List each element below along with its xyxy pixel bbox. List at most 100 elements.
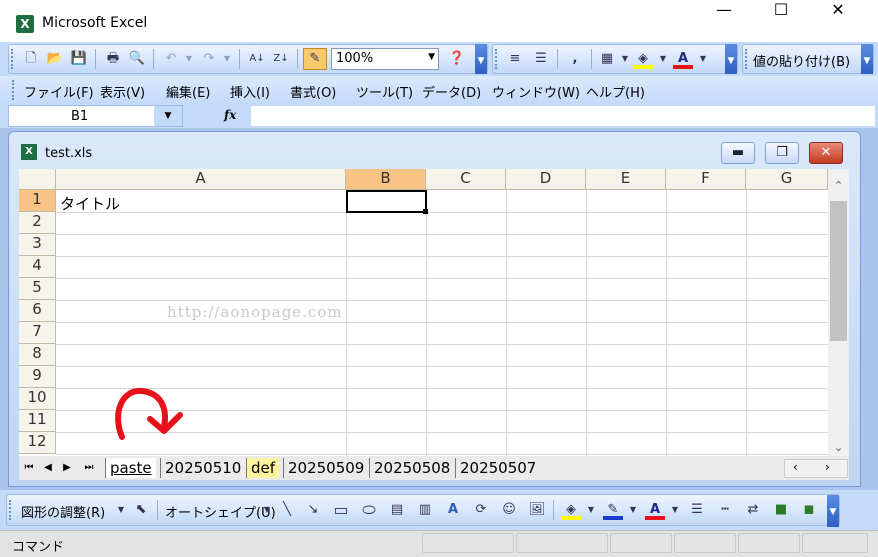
column-header-b[interactable]: B: [346, 169, 426, 190]
menu-window[interactable]: ウィンドウ(W): [492, 82, 580, 101]
line-style-icon[interactable]: ☰: [687, 500, 707, 520]
toolbar-options-icon[interactable]: ▼: [475, 44, 487, 74]
clipart-icon[interactable]: ☺: [499, 500, 519, 520]
paste-values-button[interactable]: 値の貼り付け(B): [753, 51, 850, 70]
next-sheet-icon[interactable]: ▶: [59, 460, 75, 476]
borders-dropdown-icon[interactable]: ▼: [615, 49, 635, 69]
sheet-tab-20250509[interactable]: 20250509: [283, 458, 368, 478]
line-icon[interactable]: ╲: [277, 500, 297, 520]
toolbar-grip[interactable]: [495, 49, 499, 69]
align-left-icon[interactable]: ≡: [505, 49, 525, 69]
chevron-down-icon[interactable]: ▼: [581, 500, 601, 520]
last-sheet-icon[interactable]: ⏭: [81, 460, 97, 476]
sheet-tab-20250508[interactable]: 20250508: [369, 458, 454, 478]
open-folder-icon[interactable]: 📂: [45, 49, 65, 69]
3d-style-icon[interactable]: ◼: [799, 500, 819, 520]
toolbar-options-icon[interactable]: ▼: [725, 44, 737, 74]
line-color-icon[interactable]: ✎: [603, 500, 623, 520]
menu-file[interactable]: ファイル(F): [24, 82, 94, 101]
first-sheet-icon[interactable]: ⏮: [21, 460, 37, 476]
fill-color-icon[interactable]: ◈: [561, 500, 581, 520]
font-color-icon[interactable]: A: [673, 49, 693, 69]
fill-handle[interactable]: [423, 209, 428, 214]
row-header[interactable]: 6: [19, 300, 56, 322]
sheet-tab-paste[interactable]: paste: [105, 458, 156, 478]
sheet-tab-20250510[interactable]: 20250510: [160, 458, 245, 478]
row-header[interactable]: 8: [19, 344, 56, 366]
comma-style-icon[interactable]: ,: [565, 49, 585, 69]
sort-descending-icon[interactable]: Z↓: [271, 49, 291, 69]
toolbar-grip[interactable]: [11, 49, 15, 69]
new-file-icon[interactable]: 🗋: [21, 49, 41, 69]
column-header-e[interactable]: E: [586, 169, 666, 190]
column-header-d[interactable]: D: [506, 169, 586, 190]
menu-data[interactable]: データ(D): [422, 82, 481, 101]
drawing-toggle-icon[interactable]: ✎: [303, 48, 327, 70]
oval-icon[interactable]: ⬭: [359, 500, 379, 520]
toolbar-grip[interactable]: [745, 49, 749, 69]
menu-edit[interactable]: 編集(E): [166, 82, 210, 101]
adjust-shape-menu[interactable]: 図形の調整(R): [21, 502, 105, 521]
sort-ascending-icon[interactable]: A↓: [247, 49, 267, 69]
scroll-left-icon[interactable]: ‹: [793, 460, 798, 474]
dash-style-icon[interactable]: ┅: [715, 500, 735, 520]
redo-dropdown-icon[interactable]: ▼: [217, 49, 237, 69]
sheet-tab-def[interactable]: def: [246, 458, 280, 478]
close-button[interactable]: ✕: [816, 0, 860, 46]
menu-format[interactable]: 書式(O): [290, 82, 336, 101]
column-header-a[interactable]: A: [56, 169, 346, 190]
redo-icon[interactable]: ↷: [199, 49, 219, 69]
save-icon[interactable]: 💾: [69, 49, 89, 69]
select-all-corner[interactable]: [19, 169, 56, 190]
formula-input[interactable]: [250, 105, 876, 127]
column-header-g[interactable]: G: [746, 169, 828, 190]
vertical-scrollbar[interactable]: ⌃ ⌄: [828, 169, 849, 456]
print-preview-icon[interactable]: 🔍: [127, 49, 147, 69]
sheet-tab-20250507[interactable]: 20250507: [455, 458, 540, 478]
fill-color-dropdown-icon[interactable]: ▼: [653, 49, 673, 69]
row-header[interactable]: 9: [19, 366, 56, 388]
arrow-icon[interactable]: ↘: [303, 500, 323, 520]
row-header[interactable]: 11: [19, 410, 56, 432]
borders-icon[interactable]: ▦: [597, 49, 617, 69]
toolbar-grip[interactable]: [9, 500, 13, 520]
chevron-down-icon[interactable]: ▼: [623, 500, 643, 520]
menu-help[interactable]: ヘルプ(H): [586, 82, 645, 101]
chevron-down-icon[interactable]: ▼: [257, 500, 277, 520]
active-cell-b1[interactable]: [346, 190, 427, 213]
chevron-down-icon[interactable]: ▼: [154, 106, 182, 126]
help-icon[interactable]: ❓: [447, 49, 467, 69]
workbook-minimize-button[interactable]: ▬: [721, 142, 755, 164]
textbox-icon[interactable]: ▤: [387, 500, 407, 520]
row-header[interactable]: 7: [19, 322, 56, 344]
previous-sheet-icon[interactable]: ◀: [40, 460, 56, 476]
scroll-down-icon[interactable]: ⌄: [828, 437, 849, 458]
horizontal-scrollbar[interactable]: ‹ ›: [784, 459, 848, 478]
toolbar-options-icon[interactable]: ▼: [827, 495, 839, 527]
font-color-icon[interactable]: A: [645, 500, 665, 520]
font-color-dropdown-icon[interactable]: ▼: [693, 49, 713, 69]
chevron-down-icon[interactable]: ▼: [111, 500, 131, 520]
minimize-button[interactable]: —: [702, 0, 746, 46]
workbook-close-button[interactable]: ✕: [809, 142, 843, 164]
wordart-icon[interactable]: A: [443, 500, 463, 520]
function-icon[interactable]: fx: [224, 108, 236, 122]
undo-dropdown-icon[interactable]: ▼: [179, 49, 199, 69]
row-header[interactable]: 10: [19, 388, 56, 410]
fill-color-icon[interactable]: ◈: [633, 49, 653, 69]
chevron-down-icon[interactable]: ▼: [665, 500, 685, 520]
row-header[interactable]: 12: [19, 432, 56, 454]
menu-grip[interactable]: [12, 80, 16, 100]
zoom-select[interactable]: 100% ▼: [331, 48, 439, 70]
undo-icon[interactable]: ↶: [161, 49, 181, 69]
name-box[interactable]: B1 ▼: [8, 105, 183, 127]
row-header[interactable]: 1: [19, 190, 56, 212]
menu-view[interactable]: 表示(V): [100, 82, 145, 101]
select-pointer-icon[interactable]: ⬉: [131, 500, 151, 520]
arrow-style-icon[interactable]: ⇄: [743, 500, 763, 520]
rectangle-icon[interactable]: ▭: [331, 500, 351, 520]
toolbar-options-icon[interactable]: ▼: [861, 44, 873, 74]
row-header[interactable]: 4: [19, 256, 56, 278]
scroll-up-icon[interactable]: ⌃: [828, 175, 849, 196]
column-header-c[interactable]: C: [426, 169, 506, 190]
